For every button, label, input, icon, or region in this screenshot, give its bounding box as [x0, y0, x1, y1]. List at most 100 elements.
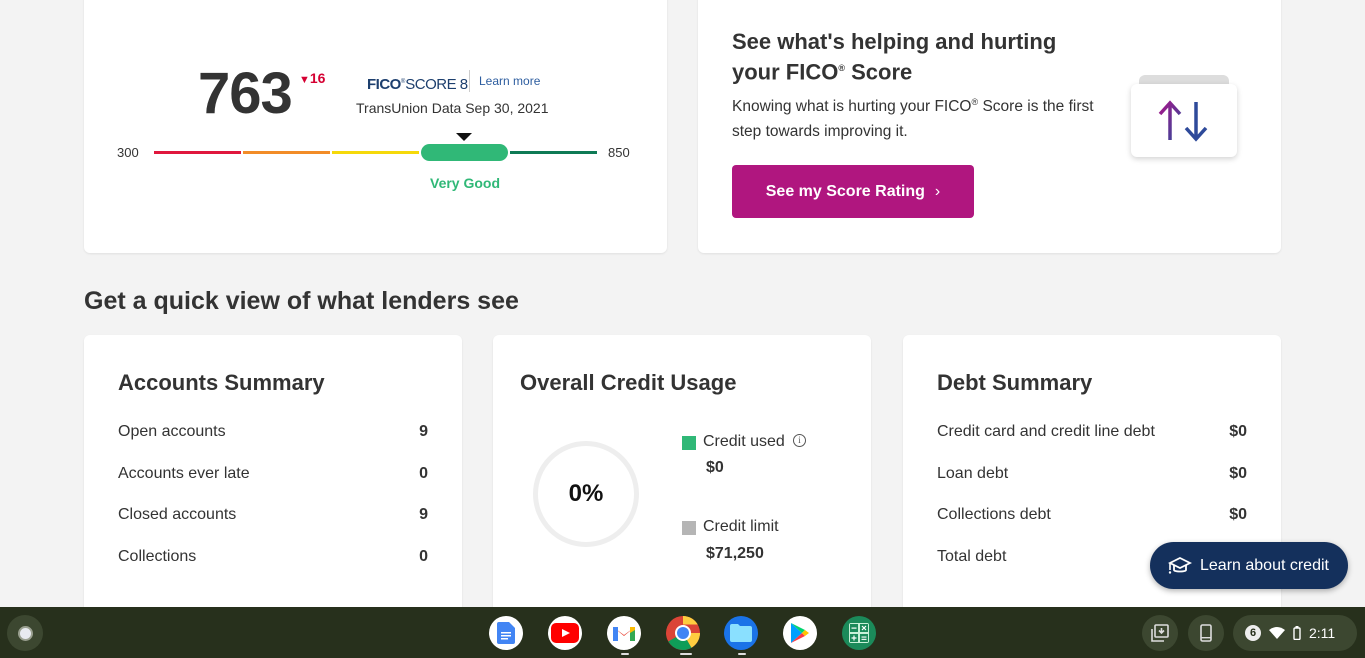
usage-percent: 0%	[568, 480, 604, 507]
launcher-button[interactable]	[7, 615, 43, 651]
gmail-icon	[613, 627, 635, 641]
row-label: Total debt	[937, 548, 1007, 565]
row-label: Collections debt	[937, 506, 1051, 523]
row-value: $0	[1229, 506, 1247, 523]
score-pointer-icon	[456, 133, 472, 141]
section-title: Get a quick view of what lenders see	[84, 287, 519, 315]
promo-body-prefix: Knowing what is hurting your FICO	[732, 98, 972, 116]
credit-usage-card: Overall Credit Usage 0% Credit used i $0…	[493, 335, 871, 625]
shelf-app-play-store[interactable]	[783, 616, 817, 650]
row-label: Closed accounts	[118, 506, 237, 523]
youtube-icon	[551, 623, 579, 643]
range-segment-very-good	[421, 144, 508, 161]
learn-more-link[interactable]: Learn more	[479, 74, 540, 88]
usage-donut: 0%	[533, 441, 639, 547]
accounts-summary-card: Accounts Summary Open accounts 9 Accounts…	[84, 335, 462, 625]
credit-used-swatch	[682, 436, 696, 450]
row-label: Loan debt	[937, 465, 1009, 482]
promo-description: Knowing what is hurting your FICO® Score…	[732, 90, 1112, 144]
down-triangle-icon: ▼	[299, 74, 310, 86]
summary-row: Collections debt $0	[937, 506, 1247, 526]
fab-label: Learn about credit	[1200, 556, 1329, 574]
credit-limit-value: $71,250	[706, 545, 764, 562]
chevron-right-icon: ›	[934, 182, 941, 200]
shelf-app-docs[interactable]	[489, 616, 523, 650]
play-store-icon	[791, 623, 809, 643]
shelf-app-youtube[interactable]	[548, 616, 582, 650]
info-icon[interactable]: i	[793, 434, 806, 447]
fico-score-8-logo: FICO®SCORE 8	[367, 76, 468, 93]
range-segment-exceptional	[510, 151, 597, 154]
system-shelf: 6 2:11	[0, 607, 1365, 658]
up-down-arrows-icon	[1158, 99, 1208, 142]
status-area[interactable]: 6 2:11	[1233, 615, 1357, 651]
summary-row: Loan debt $0	[937, 465, 1247, 485]
score-rating: Very Good	[430, 175, 501, 191]
promo-title-line2-suffix: Score	[844, 59, 913, 85]
range-segment-poor	[154, 151, 241, 154]
credit-used-value: $0	[706, 459, 724, 476]
phone-hub-button[interactable]	[1188, 615, 1224, 651]
row-value: 9	[419, 423, 428, 440]
promo-title-line2: your FICO	[732, 59, 839, 85]
phone-icon	[1200, 624, 1212, 642]
fico-logo-bold: FICO	[367, 76, 401, 93]
score-change-value: 16	[309, 70, 326, 86]
data-source-date: TransUnion Data Sep 30, 2021	[356, 100, 549, 116]
divider	[469, 70, 470, 92]
running-indicator	[680, 653, 692, 655]
shelf-app-files[interactable]	[724, 616, 758, 650]
running-indicator	[621, 653, 629, 655]
screenshot-holding-space-button[interactable]	[1142, 615, 1178, 651]
clock-time: 2:11	[1309, 625, 1336, 641]
running-indicator	[738, 653, 746, 655]
range-max: 850	[608, 145, 630, 160]
row-label: Accounts ever late	[118, 465, 250, 482]
summary-row: Open accounts 9	[118, 423, 428, 443]
row-label: Collections	[118, 548, 197, 565]
promo-title-line1: See what's helping and hurting	[732, 29, 1057, 54]
wifi-icon	[1269, 627, 1285, 639]
debt-summary-title: Debt Summary	[937, 370, 1093, 395]
notification-count-badge: 6	[1245, 625, 1261, 641]
up-down-arrows-illustration	[1131, 84, 1237, 157]
shelf-app-chrome[interactable]	[666, 616, 700, 650]
fico-score-card: 763 ▼16 FICO®SCORE 8 Learn more TransUni…	[84, 0, 667, 253]
registered-mark: ®	[838, 63, 845, 73]
summary-row: Credit card and credit line debt $0	[937, 423, 1247, 443]
google-docs-icon	[497, 622, 515, 644]
credit-limit-label: Credit limit	[703, 518, 779, 535]
calculator-icon	[849, 623, 869, 643]
fico-logo-light: SCORE 8	[405, 76, 468, 93]
holding-space-icon	[1151, 624, 1169, 642]
credit-used-label: Credit used	[703, 433, 785, 450]
range-segment-fair	[243, 151, 330, 154]
see-score-rating-button[interactable]: See my Score Rating ›	[732, 165, 974, 218]
score-change: ▼16	[299, 70, 325, 86]
summary-row: Closed accounts 9	[118, 506, 428, 526]
summary-row: Accounts ever late 0	[118, 465, 428, 485]
promo-title: See what's helping and hurting your FICO…	[732, 28, 1092, 85]
graduation-cap-icon	[1168, 556, 1192, 574]
range-min: 300	[117, 145, 139, 160]
summary-row: Collections 0	[118, 548, 428, 568]
row-value: 0	[419, 548, 428, 565]
row-value: 0	[419, 465, 428, 482]
shelf-app-gmail[interactable]	[607, 616, 641, 650]
battery-icon	[1293, 626, 1301, 640]
learn-about-credit-button[interactable]: Learn about credit	[1150, 542, 1348, 589]
row-value: $0	[1229, 423, 1247, 440]
shelf-app-calculator[interactable]	[842, 616, 876, 650]
row-value: 9	[419, 506, 428, 523]
score-factors-card: See what's helping and hurting your FICO…	[698, 0, 1281, 253]
files-icon	[730, 624, 752, 642]
row-label: Credit card and credit line debt	[937, 423, 1155, 440]
row-value: $0	[1229, 465, 1247, 482]
range-segment-good	[332, 151, 419, 154]
row-label: Open accounts	[118, 423, 226, 440]
credit-usage-title: Overall Credit Usage	[520, 370, 737, 395]
credit-limit-swatch	[682, 521, 696, 535]
button-label: See my Score Rating	[765, 182, 925, 200]
launcher-icon	[17, 625, 33, 641]
credit-score: 763	[198, 61, 293, 126]
